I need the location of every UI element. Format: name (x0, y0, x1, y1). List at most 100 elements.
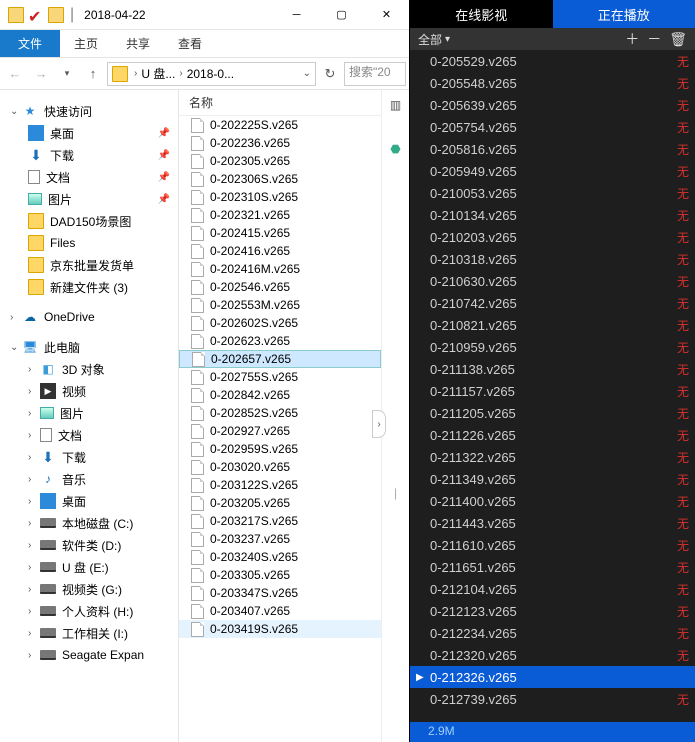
file-row[interactable]: 0-203237.v265 (179, 530, 381, 548)
back-button[interactable]: ← (3, 62, 27, 86)
file-row[interactable]: 0-202416.v265 (179, 242, 381, 260)
playlist-row[interactable]: 0-212739.v265无 (410, 688, 695, 710)
titlebar[interactable]: ✔ | 2018-04-22 ─ ▢ ✕ (0, 0, 409, 30)
tree-gdrive[interactable]: ›视频类 (G:) (0, 578, 178, 600)
tree-desktop2[interactable]: ›桌面 (0, 490, 178, 512)
file-row[interactable]: 0-203305.v265 (179, 566, 381, 584)
playlist-row[interactable]: 0-211349.v265无 (410, 468, 695, 490)
file-row[interactable]: 0-203347S.v265 (179, 584, 381, 602)
file-row[interactable]: 0-202623.v265 (179, 332, 381, 350)
tab-nowplaying[interactable]: 正在播放 (553, 0, 695, 28)
file-row[interactable]: 0-202755S.v265 (179, 368, 381, 386)
tree-quick-access[interactable]: ⌄★快速访问 (0, 100, 178, 122)
playlist-row[interactable]: 0-211651.v265无 (410, 556, 695, 578)
playlist-row[interactable]: 0-211610.v265无 (410, 534, 695, 556)
file-row[interactable]: 0-203419S.v265 (179, 620, 381, 638)
delete-button[interactable]: 🗑 (669, 31, 687, 48)
file-row[interactable]: 0-203407.v265 (179, 602, 381, 620)
tree-music[interactable]: ›♪音乐 (0, 468, 178, 490)
tab-online[interactable]: 在线影视 (410, 0, 553, 28)
playlist-row[interactable]: 0-211157.v265无 (410, 380, 695, 402)
file-row[interactable]: 0-202306S.v265 (179, 170, 381, 188)
tool-icon[interactable]: ⬣ (386, 140, 406, 158)
tree-seagate[interactable]: ›Seagate Expan (0, 644, 178, 666)
tree-pictures[interactable]: 图片📌 (0, 188, 178, 210)
tree-pictures2[interactable]: ›图片 (0, 402, 178, 424)
file-row[interactable]: 0-203205.v265 (179, 494, 381, 512)
tool-icon[interactable]: ▥ (386, 96, 406, 114)
recent-button[interactable]: ▾ (55, 62, 79, 86)
tree-thispc[interactable]: ⌄🖥此电脑 (0, 336, 178, 358)
playlist-row[interactable]: 0-210203.v265无 (410, 226, 695, 248)
file-row[interactable]: 0-202305.v265 (179, 152, 381, 170)
playlist-row[interactable]: 0-212123.v265无 (410, 600, 695, 622)
tree-downloads2[interactable]: ›⬇下载 (0, 446, 178, 468)
file-row[interactable]: 0-202225S.v265 (179, 116, 381, 134)
playlist-row[interactable]: 0-205816.v265无 (410, 138, 695, 160)
playlist-row[interactable]: 0-211322.v265无 (410, 446, 695, 468)
tree-ddrive[interactable]: ›软件类 (D:) (0, 534, 178, 556)
tree-folder[interactable]: 京东批量发货单 (0, 254, 178, 276)
file-row[interactable]: 0-202321.v265 (179, 206, 381, 224)
file-row[interactable]: 0-202310S.v265 (179, 188, 381, 206)
file-row[interactable]: 0-202842.v265 (179, 386, 381, 404)
playlist-row[interactable]: 0-211226.v265无 (410, 424, 695, 446)
tree-edrive[interactable]: ›U 盘 (E:) (0, 556, 178, 578)
playlist-row[interactable]: 0-205529.v265无 (410, 50, 695, 72)
tree-folder[interactable]: 新建文件夹 (3) (0, 276, 178, 298)
tree-hdrive[interactable]: ›个人资料 (H:) (0, 600, 178, 622)
tab-file[interactable]: 文件 (0, 30, 60, 57)
tree-cdrive[interactable]: ›本地磁盘 (C:) (0, 512, 178, 534)
tree-desktop[interactable]: 桌面📌 (0, 122, 178, 144)
file-row[interactable]: 0-202416M.v265 (179, 260, 381, 278)
playlist-row[interactable]: 0-205754.v265无 (410, 116, 695, 138)
expand-handle[interactable]: › (372, 410, 386, 438)
tree-folder[interactable]: Files (0, 232, 178, 254)
playlist-row[interactable]: 0-210053.v265无 (410, 182, 695, 204)
file-row[interactable]: 0-202602S.v265 (179, 314, 381, 332)
chevron-down-icon[interactable]: ▾ (445, 34, 450, 45)
playlist-row[interactable]: 0-205949.v265无 (410, 160, 695, 182)
tree-idrive[interactable]: ›工作相关 (I:) (0, 622, 178, 644)
tree-documents[interactable]: 文档📌 (0, 166, 178, 188)
refresh-button[interactable]: ↻ (318, 62, 342, 86)
forward-button[interactable]: → (29, 62, 53, 86)
file-row[interactable]: 0-203020.v265 (179, 458, 381, 476)
close-button[interactable]: ✕ (364, 0, 409, 30)
file-row[interactable]: 0-203217S.v265 (179, 512, 381, 530)
breadcrumb-seg[interactable]: U 盘... (141, 65, 175, 82)
playlist-row[interactable]: 0-205548.v265无 (410, 72, 695, 94)
add-button[interactable]: ＋ (625, 29, 639, 49)
playlist-row[interactable]: 0-210318.v265无 (410, 248, 695, 270)
tree-videos[interactable]: ›▶视频 (0, 380, 178, 402)
maximize-button[interactable]: ▢ (319, 0, 364, 30)
playlist-row[interactable]: 0-211443.v265无 (410, 512, 695, 534)
file-row[interactable]: 0-203240S.v265 (179, 548, 381, 566)
file-row[interactable]: 0-202546.v265 (179, 278, 381, 296)
playlist-row[interactable]: 0-211400.v265无 (410, 490, 695, 512)
playlist-row[interactable]: 0-212104.v265无 (410, 578, 695, 600)
tree-3d[interactable]: ›◧3D 对象 (0, 358, 178, 380)
chevron-down-icon[interactable]: ⌄ (303, 68, 311, 79)
playlist-row[interactable]: 0-212234.v265无 (410, 622, 695, 644)
tab-share[interactable]: 共享 (112, 30, 164, 57)
playlist-row[interactable]: 0-212320.v265无 (410, 644, 695, 666)
playlist-row[interactable]: 0-210821.v265无 (410, 314, 695, 336)
file-row[interactable]: 0-202236.v265 (179, 134, 381, 152)
playlist-row[interactable]: 0-210630.v265无 (410, 270, 695, 292)
tree-downloads[interactable]: ⬇下载📌 (0, 144, 178, 166)
breadcrumb-seg[interactable]: 2018-0... (187, 67, 234, 81)
file-row[interactable]: 0-202553M.v265 (179, 296, 381, 314)
tab-home[interactable]: 主页 (60, 30, 112, 57)
up-button[interactable]: ↑ (81, 62, 105, 86)
file-row[interactable]: 0-202657.v265 (179, 350, 381, 368)
playlist-row[interactable]: 0-210742.v265无 (410, 292, 695, 314)
playlist-row[interactable]: 0-210134.v265无 (410, 204, 695, 226)
file-row[interactable]: 0-203122S.v265 (179, 476, 381, 494)
file-row[interactable]: 0-202415.v265 (179, 224, 381, 242)
breadcrumb[interactable]: › U 盘... › 2018-0... ⌄ (107, 62, 316, 86)
tree-documents2[interactable]: ›文档 (0, 424, 178, 446)
tree-onedrive[interactable]: ›☁OneDrive (0, 306, 178, 328)
tree-folder[interactable]: DAD150场景图 (0, 210, 178, 232)
search-input[interactable]: 搜索"20 (344, 62, 406, 86)
